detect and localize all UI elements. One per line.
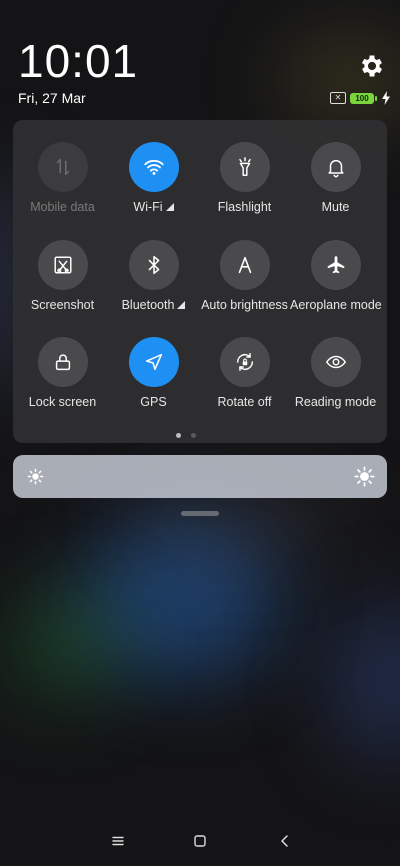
system-status-icons: ✕ 100 xyxy=(330,90,391,106)
tile-gps[interactable]: GPS xyxy=(108,337,199,409)
tile-reading-mode[interactable]: Reading mode xyxy=(290,337,381,409)
signal-triangle-icon xyxy=(177,301,186,309)
tile-label: Wi-Fi xyxy=(108,200,199,214)
tile-screenshot[interactable]: Screenshot xyxy=(17,240,108,312)
drag-handle[interactable] xyxy=(181,511,219,516)
eye-icon[interactable] xyxy=(310,337,361,387)
tile-label: Reading mode xyxy=(294,395,377,409)
screenshot-icon[interactable] xyxy=(37,240,88,290)
back-icon[interactable] xyxy=(278,834,292,848)
tile-aeroplane-mode[interactable]: Aeroplane mode xyxy=(290,240,382,312)
tile-auto-brightness[interactable]: Auto brightness xyxy=(199,240,290,312)
tile-label: Mute xyxy=(321,200,350,214)
flashlight-icon[interactable] xyxy=(219,142,270,192)
notification-header: 10:01 Fri, 27 Mar ✕ 100 xyxy=(0,0,400,120)
tile-label: GPS xyxy=(140,395,167,409)
tile-lock-screen[interactable]: Lock screen xyxy=(17,337,108,409)
tile-mute[interactable]: Mute xyxy=(290,142,381,214)
clock[interactable]: 10:01 xyxy=(18,34,138,88)
tile-label-text: Wi-Fi xyxy=(133,200,163,214)
menu-icon[interactable] xyxy=(111,834,125,848)
brightness-slider[interactable] xyxy=(13,455,387,498)
tile-label: Rotate off xyxy=(217,395,272,409)
tile-label: Lock screen xyxy=(28,395,97,409)
auto-brightness-icon[interactable] xyxy=(219,240,270,290)
lock-icon[interactable] xyxy=(37,337,88,387)
battery-level: 100 xyxy=(355,93,369,103)
settings-gear-icon[interactable] xyxy=(358,52,386,80)
rotate-lock-icon[interactable] xyxy=(219,337,270,387)
tile-label: Aeroplane mode xyxy=(290,298,382,312)
tile-flashlight[interactable]: Flashlight xyxy=(199,142,290,214)
sun-small-icon xyxy=(27,468,44,485)
navigation-bar xyxy=(0,826,400,856)
wifi-icon[interactable] xyxy=(128,142,179,192)
tile-mobile-data[interactable]: Mobile data xyxy=(17,142,108,214)
tile-rotate-off[interactable]: Rotate off xyxy=(199,337,290,409)
tile-label: Mobile data xyxy=(30,200,95,214)
page-dot xyxy=(191,433,196,438)
sun-large-icon xyxy=(354,466,375,487)
mobile-data-icon[interactable] xyxy=(37,142,88,192)
tile-label: Auto brightness xyxy=(201,298,288,312)
no-sim-icon: ✕ xyxy=(330,92,346,104)
home-icon[interactable] xyxy=(193,834,207,848)
gps-icon[interactable] xyxy=(128,337,179,387)
charging-bolt-icon xyxy=(382,91,390,105)
airplane-icon[interactable] xyxy=(310,240,361,290)
bell-icon[interactable] xyxy=(310,142,361,192)
page-dot-active xyxy=(176,433,181,438)
date[interactable]: Fri, 27 Mar xyxy=(18,90,86,106)
signal-triangle-icon xyxy=(165,203,174,211)
battery-icon: 100 xyxy=(350,92,377,104)
tile-bluetooth[interactable]: Bluetooth xyxy=(108,240,199,312)
page-indicator xyxy=(176,433,196,438)
tile-label: Flashlight xyxy=(217,200,272,214)
tile-label: Screenshot xyxy=(30,298,95,312)
quick-settings-panel: Mobile data Wi-Fi Flashlight Mute Screen… xyxy=(13,120,387,443)
tile-wifi[interactable]: Wi-Fi xyxy=(108,142,199,214)
tile-label: Bluetooth xyxy=(108,298,199,312)
tile-label-text: Bluetooth xyxy=(121,298,175,312)
bluetooth-icon[interactable] xyxy=(128,240,179,290)
